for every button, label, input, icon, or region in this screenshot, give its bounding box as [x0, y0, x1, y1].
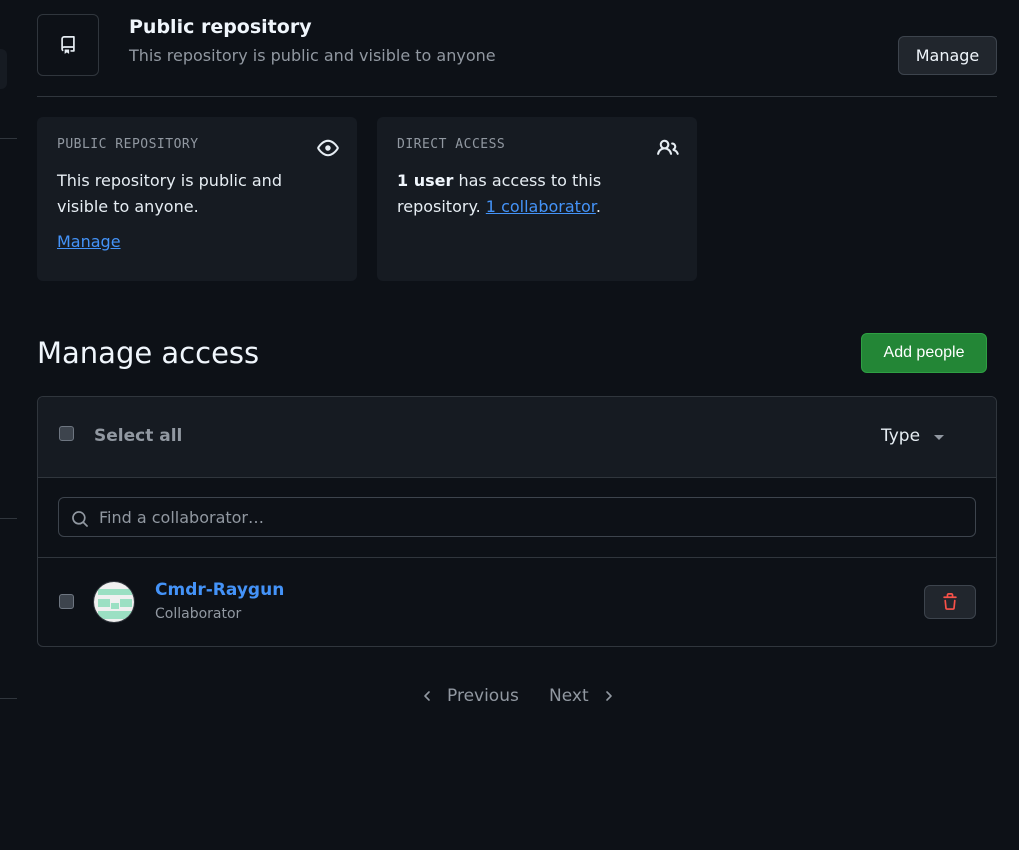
header-divider [37, 96, 997, 97]
search-input[interactable] [99, 498, 959, 536]
chevron-left-icon [424, 691, 430, 701]
sidebar-divider [0, 518, 17, 519]
table-row: Cmdr-Raygun Collaborator [38, 558, 996, 646]
sidebar-divider [0, 698, 17, 699]
user-count: 1 user [397, 171, 454, 190]
collaborator-link[interactable]: 1 collaborator [486, 197, 596, 216]
search-field[interactable] [58, 497, 976, 537]
search-row [38, 478, 996, 558]
eye-icon [317, 139, 339, 157]
repo-icon-container [37, 14, 99, 76]
manage-link[interactable]: Manage [57, 232, 121, 251]
select-all-checkbox[interactable] [59, 426, 74, 441]
people-icon [657, 139, 679, 155]
member-name-link[interactable]: Cmdr-Raygun [155, 580, 284, 600]
row-checkbox[interactable] [59, 594, 74, 609]
public-repository-card: PUBLIC REPOSITORY This repository is pub… [37, 117, 357, 281]
next-page-button[interactable]: Next [549, 686, 615, 706]
type-filter-dropdown[interactable]: Type [881, 426, 945, 446]
remove-member-button[interactable] [924, 585, 976, 619]
sidebar-edge [0, 49, 7, 89]
add-people-button[interactable]: Add people [861, 333, 987, 373]
next-label: Next [549, 686, 589, 706]
previous-page-button[interactable]: Previous [421, 686, 519, 706]
identicon-image [94, 582, 134, 622]
select-all-label[interactable]: Select all [94, 426, 182, 446]
previous-label: Previous [447, 686, 519, 706]
card-label: DIRECT ACCESS [397, 137, 506, 152]
repo-icon [61, 36, 75, 54]
collaborators-table: Select all Type Find a collaborator… Cmd… [37, 396, 997, 647]
search-icon [72, 511, 88, 527]
card-description: This repository is public and visible to… [57, 171, 282, 216]
trash-icon [943, 593, 957, 610]
table-header: Select all Type [38, 397, 996, 478]
access-text-end: . [595, 197, 601, 216]
avatar[interactable] [93, 581, 135, 623]
sidebar-divider [0, 138, 17, 139]
chevron-right-icon [605, 691, 612, 701]
type-filter-label: Type [881, 426, 921, 446]
section-title: Manage access [37, 336, 260, 370]
repository-access-settings: Public repository This repository is pub… [0, 0, 1019, 850]
direct-access-card: DIRECT ACCESS 1 user has access to this … [377, 117, 697, 281]
page-subtitle: This repository is public and visible to… [129, 46, 496, 65]
card-label: PUBLIC REPOSITORY [57, 137, 199, 152]
member-role: Collaborator [155, 606, 242, 622]
manage-visibility-button[interactable]: Manage [898, 36, 997, 75]
page-title: Public repository [129, 16, 312, 38]
card-description: 1 user has access to this repository. 1 … [397, 168, 667, 220]
caret-down-icon [934, 435, 945, 440]
